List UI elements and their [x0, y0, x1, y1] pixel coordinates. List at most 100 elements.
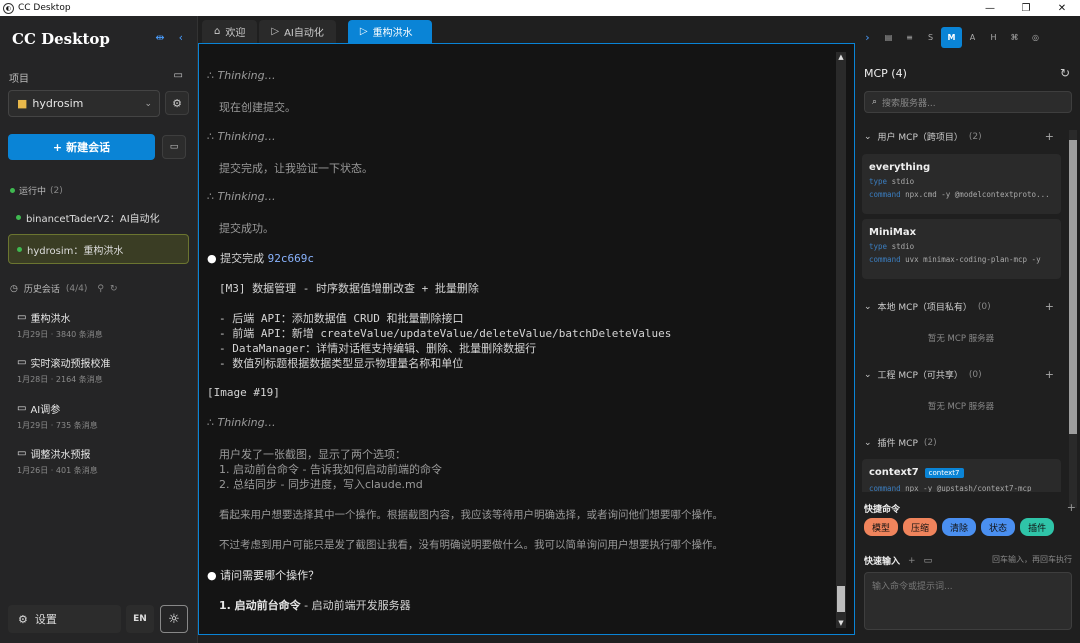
robot-tool-icon[interactable]: ◎ — [1025, 27, 1046, 48]
collapse-width-icon[interactable]: ⇹ — [155, 31, 164, 44]
refresh-icon[interactable]: ↻ — [1060, 66, 1070, 80]
scroll-thumb[interactable] — [1069, 140, 1077, 434]
terminal-scrollbar[interactable]: ▲ ▼ — [836, 52, 846, 628]
quick-input-placeholder: 输入命令或提示词... — [872, 582, 953, 592]
gear-icon: ⚙ — [172, 96, 182, 110]
group-count: (2) — [923, 437, 937, 448]
user-filter-icon[interactable]: ⚲ — [97, 284, 104, 294]
history-item[interactable]: ▭ 实时滚动预报校准 1月28日 · 2164 条消息 — [17, 355, 187, 385]
quick-input-hint: 回车输入，再回车执行 — [992, 555, 1072, 564]
add-server-icon[interactable]: + — [1045, 130, 1054, 143]
running-label: 运行中 — [19, 187, 47, 197]
terminal-button[interactable]: ▭ — [162, 135, 186, 159]
history-meta: 1月29日 · 735 条消息 — [17, 421, 98, 430]
history-title: 实时滚动预报校准 — [30, 359, 111, 370]
app-icon: ◐ — [3, 2, 14, 14]
panel-toolbar: › ▤ ≡ S M A H ⌘ ◎ — [857, 26, 1080, 48]
terminal-pane[interactable]: ∴ Thinking… 现在创建提交。 ∴ Thinking… 提交完成，让我验… — [198, 43, 855, 635]
files-tool-icon[interactable]: ▤ — [878, 27, 899, 48]
command-pill[interactable]: 清除 — [942, 518, 977, 536]
tab-label: AI自动化 — [284, 28, 324, 39]
settings-button[interactable]: ⚙ 设置 — [8, 605, 121, 633]
scroll-up-icon[interactable]: ▲ — [836, 52, 846, 62]
command-pill[interactable]: 模型 — [864, 518, 899, 536]
server-name: MiniMax — [869, 227, 917, 238]
group-label: 工程 MCP（可共享） — [877, 371, 963, 381]
play-icon: ▷ — [271, 26, 280, 37]
history-item[interactable]: ▭ AI调参 1月29日 · 735 条消息 — [17, 401, 187, 431]
chat-icon: ▭ — [17, 312, 27, 323]
group-project-mcp[interactable]: ⌄ 工程 MCP（可共享） (0) + — [864, 368, 1054, 381]
tab-welcome[interactable]: ⌂ 欢迎 — [202, 20, 258, 43]
add-server-icon[interactable]: + — [1045, 368, 1054, 381]
running-dot-icon — [10, 188, 15, 193]
chat-icon: ▭ — [17, 403, 27, 414]
server-name: context7 — [869, 467, 919, 478]
command-pill[interactable]: 状态 — [981, 518, 1016, 536]
project-select[interactable]: ■ hydrosim ⌄ — [8, 90, 160, 117]
new-chat-label: 新建会话 — [66, 141, 111, 154]
server-search-input[interactable]: ⌕ 搜索服务器... — [864, 91, 1072, 113]
server-card[interactable]: context7 context7 command npx -y @upstas… — [862, 459, 1061, 492]
history-count: (4/4) — [65, 283, 88, 294]
chip-tool-icon[interactable]: ⌘ — [1004, 27, 1025, 48]
server-command: npx -y @upstash/context7-mcp — [905, 484, 1032, 492]
folder-open-icon[interactable]: ▭ — [174, 70, 183, 81]
add-command-icon[interactable]: + — [1067, 501, 1076, 514]
comment-icon[interactable]: ▭ — [924, 556, 933, 566]
chevron-down-icon: ⌄ — [864, 369, 872, 380]
mcp-scrollbar[interactable] — [1069, 130, 1077, 508]
thinking-line: ∴ Thinking… — [207, 416, 276, 429]
quick-input-title: 快速输入 — [864, 557, 901, 567]
command-pill[interactable]: 插件 — [1020, 518, 1055, 536]
running-session-active[interactable]: hydrosim：重构洪水 — [8, 234, 189, 264]
empty-message: 暂无 MCP 服务器 — [927, 402, 995, 412]
group-local-mcp[interactable]: ⌄ 本地 MCP（项目私有） (0) + — [864, 300, 1054, 313]
tab-refactor-flood[interactable]: ▷ 重构洪水 — [347, 20, 432, 43]
scroll-thumb[interactable] — [837, 586, 845, 612]
option-line: 1. 启动前台命令 - 启动前端开发服务器 — [219, 599, 411, 612]
history-item[interactable]: ▭ 重构洪水 1月29日 · 3840 条消息 — [17, 310, 187, 340]
terminal-text: - DataManager：详情对话框支持编辑、删除、批量删除数据行 — [219, 342, 537, 355]
history-meta: 1月28日 · 2164 条消息 — [17, 375, 103, 384]
server-type: stdio — [891, 242, 915, 251]
scroll-down-icon[interactable]: ▼ — [836, 618, 846, 628]
add-icon[interactable]: + — [908, 556, 916, 566]
project-settings-button[interactable]: ⚙ — [165, 91, 189, 115]
mcp-tool-icon[interactable]: M — [941, 26, 962, 48]
quick-command-list: 模型 压缩 清除 状态 插件 — [864, 518, 1055, 536]
tab-ai-automation[interactable]: ▷ AI自动化 — [259, 20, 336, 43]
history-header: ◷ 历史会话 (4/4) ⚲ ↻ — [10, 282, 118, 296]
chat-icon: ▭ — [17, 448, 27, 459]
group-plugin-mcp[interactable]: ⌄ 插件 MCP (2) — [864, 436, 1054, 450]
minimize-button[interactable]: — — [972, 0, 1008, 16]
history-item[interactable]: ▭ 调整洪水预报 1月26日 · 401 条消息 — [17, 446, 187, 476]
new-chat-button[interactable]: + 新建会话 — [8, 134, 155, 160]
language-toggle[interactable]: EN — [126, 605, 154, 633]
group-user-mcp[interactable]: ⌄ 用户 MCP（跨项目） (2) + — [864, 130, 1054, 143]
theme-toggle[interactable]: ☼ — [160, 605, 188, 633]
tab-bar: ⌂ 欢迎 ▷ AI自动化 ▷ 重构洪水 — [198, 16, 856, 43]
quick-input-textarea[interactable]: 输入命令或提示词... — [864, 572, 1072, 630]
hooks-tool-icon[interactable]: H — [983, 27, 1004, 48]
terminal-text: 提交成功。 — [219, 222, 274, 235]
terminal-text: - 前端 API：新增 createValue/updateValue/dele… — [219, 327, 672, 340]
collapse-sidebar-icon[interactable]: ‹ — [179, 31, 183, 44]
running-count: (2) — [50, 185, 63, 196]
server-card[interactable]: everything type stdio command npx.cmd -y… — [862, 154, 1061, 214]
search-icon: ⌕ — [872, 97, 878, 107]
add-server-icon[interactable]: + — [1045, 300, 1054, 313]
command-key: command — [869, 484, 901, 492]
close-button[interactable]: ✕ — [1044, 0, 1080, 16]
server-card[interactable]: MiniMax type stdio command uvx minimax-c… — [862, 219, 1061, 279]
expand-panel-icon[interactable]: › — [857, 27, 878, 48]
status-dot-icon — [16, 214, 21, 220]
skills-tool-icon[interactable]: S — [920, 27, 941, 48]
agents-tool-icon[interactable]: A — [962, 27, 983, 48]
terminal-text: 2. 总结同步 - 同步进度，写入claude.md — [219, 478, 423, 491]
refresh-icon[interactable]: ↻ — [110, 284, 118, 294]
maximize-button[interactable]: ❐ — [1008, 0, 1044, 16]
running-session[interactable]: binancetTaderV2：AI自动化 — [8, 202, 189, 232]
outline-tool-icon[interactable]: ≡ — [899, 27, 920, 48]
command-pill[interactable]: 压缩 — [903, 518, 938, 536]
